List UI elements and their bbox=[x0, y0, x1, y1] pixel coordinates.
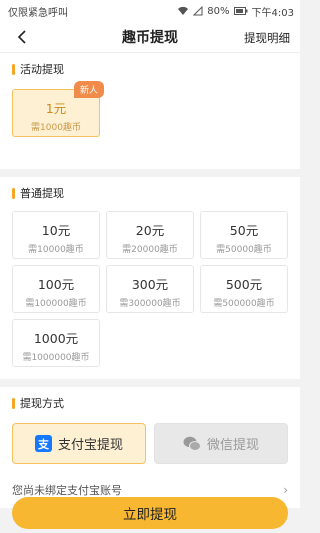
method-section: 提现方式 支 支付宝提现 微信提现 您尚未绑定支付宝账号 › bbox=[0, 387, 300, 508]
wechat-method-button[interactable]: 微信提现 bbox=[154, 423, 288, 464]
activity-list: 新人 1元 需1000趣币 bbox=[0, 81, 300, 169]
option-amount: 50元 bbox=[229, 223, 259, 238]
withdraw-option-1000[interactable]: 1000元 需1000000趣币 bbox=[12, 319, 100, 367]
section-marker bbox=[12, 63, 15, 75]
withdraw-option-500[interactable]: 500元 需500000趣币 bbox=[200, 265, 288, 313]
normal-header: 普通提现 bbox=[0, 177, 300, 207]
back-arrow-icon[interactable] bbox=[14, 28, 32, 46]
withdraw-option-20[interactable]: 20元 需20000趣币 bbox=[106, 211, 194, 259]
withdraw-now-button[interactable]: 立即提现 bbox=[12, 497, 288, 529]
withdraw-option-100[interactable]: 100元 需100000趣币 bbox=[12, 265, 100, 313]
bind-hint: 您尚未绑定支付宝账号 bbox=[12, 484, 122, 497]
option-cost: 需500000趣币 bbox=[213, 299, 275, 309]
alipay-icon: 支 bbox=[34, 435, 52, 452]
option-cost: 需20000趣币 bbox=[122, 245, 178, 255]
activity-header: 活动提现 bbox=[0, 53, 300, 83]
option-cost: 需50000趣币 bbox=[216, 245, 272, 255]
withdraw-option-50[interactable]: 50元 需50000趣币 bbox=[200, 211, 288, 259]
status-bar: 仅限紧急呼叫 80% 下午4:03 bbox=[0, 0, 300, 22]
alipay-method-button[interactable]: 支 支付宝提现 bbox=[12, 423, 146, 464]
signal-off-icon bbox=[193, 6, 203, 16]
activity-section: 活动提现 新人 1元 需1000趣币 bbox=[0, 53, 300, 169]
battery-icon bbox=[233, 7, 248, 15]
option-cost: 需1000趣币 bbox=[31, 123, 81, 133]
wifi-icon bbox=[178, 6, 189, 16]
status-right: 80% 下午4:03 bbox=[177, 4, 294, 19]
section-title: 普通提现 bbox=[20, 187, 64, 200]
section-title: 活动提现 bbox=[20, 63, 64, 76]
time-text: 下午4:03 bbox=[251, 7, 294, 19]
normal-option-grid: 10元 需10000趣币 20元 需20000趣币 50元 需50000趣币 1… bbox=[0, 207, 300, 379]
carrier-text: 仅限紧急呼叫 bbox=[8, 7, 68, 19]
battery-text: 80% bbox=[207, 5, 230, 17]
option-amount: 500元 bbox=[225, 277, 263, 292]
wechat-label: 微信提现 bbox=[206, 438, 259, 453]
section-title: 提现方式 bbox=[20, 397, 64, 410]
option-amount: 1元 bbox=[45, 101, 67, 116]
withdraw-option-10[interactable]: 10元 需10000趣币 bbox=[12, 211, 100, 259]
method-header: 提现方式 bbox=[0, 387, 300, 417]
normal-section: 普通提现 10元 需10000趣币 20元 需20000趣币 50元 需5000… bbox=[0, 177, 300, 379]
option-cost: 需1000000趣币 bbox=[22, 353, 90, 363]
method-options: 支 支付宝提现 微信提现 bbox=[0, 417, 300, 472]
wechat-icon bbox=[183, 436, 201, 451]
option-amount: 1000元 bbox=[33, 331, 79, 346]
option-cost: 需300000趣币 bbox=[119, 299, 181, 309]
new-user-badge: 新人 bbox=[73, 81, 104, 98]
option-amount: 100元 bbox=[37, 277, 75, 292]
option-amount: 20元 bbox=[135, 223, 165, 238]
alipay-label: 支付宝提现 bbox=[57, 438, 123, 453]
option-cost: 需10000趣币 bbox=[28, 245, 84, 255]
option-amount: 10元 bbox=[41, 223, 71, 238]
chevron-right-icon: › bbox=[283, 483, 288, 497]
withdraw-option-300[interactable]: 300元 需300000趣币 bbox=[106, 265, 194, 313]
option-amount: 300元 bbox=[131, 277, 169, 292]
option-cost: 需100000趣币 bbox=[25, 299, 87, 309]
withdraw-history-link[interactable]: 提现明细 bbox=[244, 30, 290, 46]
submit-area: 立即提现 bbox=[0, 497, 300, 529]
section-marker bbox=[12, 187, 15, 199]
withdraw-option-1[interactable]: 新人 1元 需1000趣币 bbox=[12, 81, 104, 137]
nav-bar: 趣币提现 提现明细 bbox=[0, 22, 300, 53]
section-marker bbox=[12, 397, 15, 409]
